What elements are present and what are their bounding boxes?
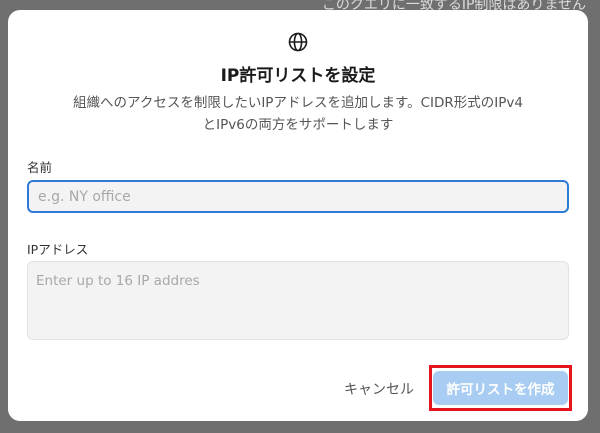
ip-allowlist-dialog: IP許可リストを設定 組織へのアクセスを制限したいIPアドレスを追加します。CI… bbox=[8, 10, 588, 421]
create-allowlist-button[interactable]: 許可リストを作成 bbox=[433, 371, 568, 405]
cancel-button[interactable]: キャンセル bbox=[340, 376, 418, 402]
ip-address-label: IPアドレス bbox=[27, 242, 89, 257]
globe-icon bbox=[287, 31, 309, 53]
ip-address-input[interactable] bbox=[27, 261, 569, 340]
name-input[interactable] bbox=[27, 180, 569, 213]
dialog-description: 組織へのアクセスを制限したいIPアドレスを追加します。CIDR形式のIPv4とI… bbox=[73, 95, 523, 133]
dialog-title: IP許可リストを設定 bbox=[220, 66, 376, 86]
name-label: 名前 bbox=[27, 160, 53, 175]
